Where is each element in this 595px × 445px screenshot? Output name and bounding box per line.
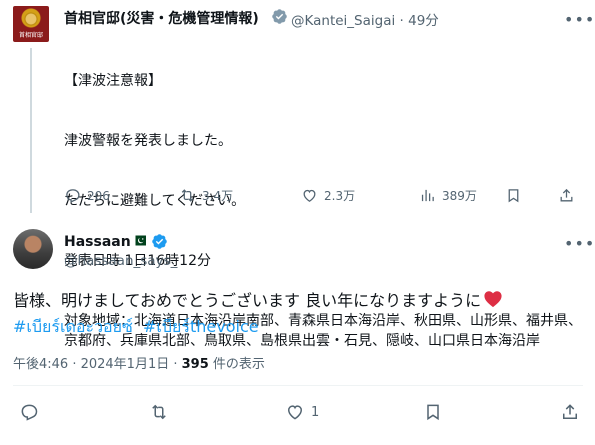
- divider: [13, 385, 583, 386]
- author-avatar[interactable]: 首相官邸: [13, 6, 49, 42]
- share-button[interactable]: [560, 402, 580, 422]
- author-name[interactable]: Hassaan: [64, 234, 131, 250]
- thread-line: [30, 48, 32, 213]
- timestamp[interactable]: 午後4:46 · 2024年1月1日 ·: [13, 357, 182, 372]
- like-count: 2.3万: [324, 189, 356, 203]
- reply-icon: [66, 189, 80, 203]
- post-line: 【津波注意報】: [64, 73, 162, 89]
- reply-button[interactable]: [19, 402, 39, 422]
- views-label: 件の表示: [208, 357, 265, 372]
- verified-gray-icon: [272, 9, 287, 24]
- more-options-icon[interactable]: •••: [564, 234, 595, 253]
- hashtag-link[interactable]: #เบียร์thevoice: [143, 317, 259, 336]
- reply-button[interactable]: 206: [64, 187, 110, 204]
- share-button[interactable]: [558, 187, 575, 204]
- analytics-icon: [421, 189, 434, 202]
- share-icon: [563, 404, 577, 419]
- post-metadata: 午後4:46 · 2024年1月1日 · 395 件の表示: [13, 353, 265, 372]
- handle-text: @Kantei_Saigai: [291, 13, 396, 29]
- verified-blue-icon: [152, 234, 167, 249]
- red-heart-emoji-icon: [484, 291, 502, 308]
- heart-outline-icon: [303, 189, 316, 202]
- post-line: 津波警報を発表しました。: [64, 133, 232, 149]
- separator: ·: [399, 13, 404, 29]
- paulownia-crest-icon: [20, 8, 42, 28]
- post-text-content: 皆様、明けましておめでとうございます 良い年になりますように: [13, 291, 482, 310]
- author-handle[interactable]: @Kantei_Saigai · 49分: [291, 9, 439, 29]
- repost-button[interactable]: [149, 402, 169, 422]
- author-handle[interactable]: @hassaan_says_: [64, 253, 177, 269]
- share-icon: [560, 188, 573, 202]
- reply-post-actions: 1: [13, 402, 583, 426]
- hashtags: #เบียร์เดอะวอยซ์ #เบียร์thevoice: [13, 315, 264, 340]
- bookmark-button[interactable]: [505, 187, 522, 204]
- like-button[interactable]: 2.3万: [301, 187, 355, 204]
- repost-icon: [152, 404, 166, 420]
- repost-count: 3.4万: [202, 189, 234, 203]
- like-count: 1: [311, 404, 320, 420]
- pakistan-flag-icon: [132, 235, 146, 246]
- reply-icon: [21, 404, 38, 421]
- views-button[interactable]: 389万: [419, 187, 477, 204]
- like-button[interactable]: 1: [285, 402, 319, 422]
- views-count: 395: [181, 357, 209, 372]
- avatar[interactable]: [13, 229, 53, 269]
- avatar-caption: 首相官邸: [18, 32, 43, 39]
- reply-count: 206: [87, 188, 110, 203]
- repost-button[interactable]: 3.4万: [179, 187, 233, 204]
- time-ago[interactable]: 49分: [408, 13, 439, 29]
- hashtag-link[interactable]: #เบียร์เดอะวอยซ์: [13, 317, 133, 336]
- more-options-icon[interactable]: •••: [564, 10, 595, 29]
- heart-outline-icon: [287, 405, 303, 420]
- bookmark-button[interactable]: [423, 402, 443, 422]
- post-text: 皆様、明けましておめでとうございます 良い年になりますように: [13, 287, 503, 311]
- author-name[interactable]: 首相官邸(災害・危機管理情報): [64, 8, 259, 28]
- bookmark-icon: [508, 189, 519, 203]
- bookmark-icon: [427, 404, 439, 421]
- quoted-post-actions: 206 3.4万 2.3万 389万: [64, 187, 584, 207]
- repost-icon: [181, 189, 194, 202]
- views-count: 389万: [442, 189, 477, 203]
